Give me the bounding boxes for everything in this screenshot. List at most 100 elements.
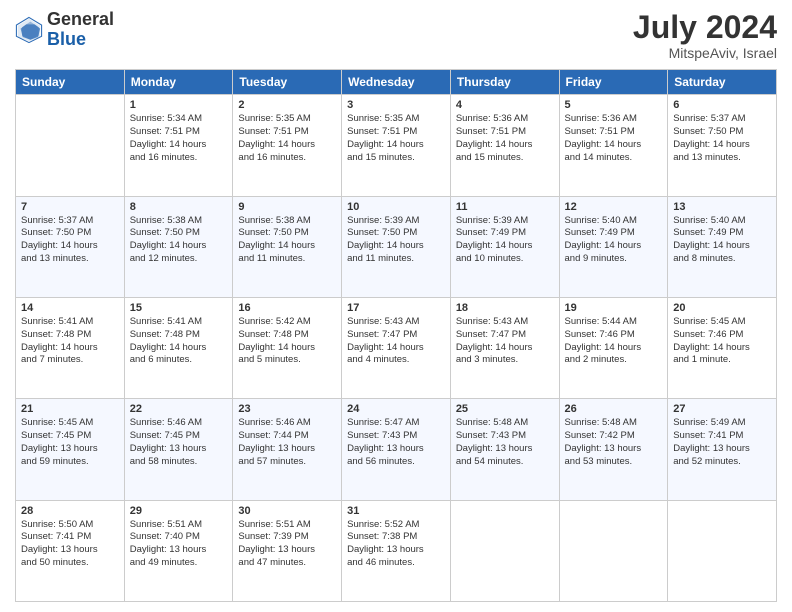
day-number: 1: [130, 99, 228, 111]
cell-content: Sunrise: 5:48 AM Sunset: 7:42 PM Dayligh…: [565, 417, 663, 468]
cell-content: Sunrise: 5:52 AM Sunset: 7:38 PM Dayligh…: [347, 519, 445, 570]
day-header-saturday: Saturday: [668, 70, 777, 95]
logo: General Blue: [15, 10, 114, 50]
day-number: 2: [238, 99, 336, 111]
day-number: 25: [456, 403, 554, 415]
day-number: 13: [673, 201, 771, 213]
calendar-cell: 22Sunrise: 5:46 AM Sunset: 7:45 PM Dayli…: [124, 399, 233, 500]
calendar-cell: 12 Sunrise: 5:40 AM Sunset: 7:49 PM Dayli…: [559, 196, 668, 297]
cell-content: Sunrise: 5:41 AM Sunset: 7:48 PM Dayligh…: [21, 316, 119, 367]
day-number: 9: [238, 201, 336, 213]
calendar-cell: 27 Sunrise: 5:49 AM Sunset: 7:41 PM Dayli…: [668, 399, 777, 500]
day-header-thursday: Thursday: [450, 70, 559, 95]
cell-content: Sunrise: 5:35 AM Sunset: 7:51 PM Dayligh…: [238, 113, 336, 164]
calendar-cell: 18 Sunrise: 5:43 AM Sunset: 7:47 PM Dayli…: [450, 297, 559, 398]
calendar-cell: 14 Sunrise: 5:41 AM Sunset: 7:48 PM Dayli…: [16, 297, 125, 398]
day-number: 10: [347, 201, 445, 213]
calendar-cell: [450, 500, 559, 601]
week-row-5: 28 Sunrise: 5:50 AM Sunset: 7:41 PM Dayli…: [16, 500, 777, 601]
cell-content: Sunrise: 5:43 AM Sunset: 7:47 PM Dayligh…: [456, 316, 554, 367]
day-header-monday: Monday: [124, 70, 233, 95]
month-year: July 2024: [633, 10, 777, 45]
cell-content: Sunrise: 5:36 AM Sunset: 7:51 PM Dayligh…: [456, 113, 554, 164]
calendar-cell: 2 Sunrise: 5:35 AM Sunset: 7:51 PM Daylig…: [233, 95, 342, 196]
cell-content: Sunrise: 5:51 AM Sunset: 7:40 PM Dayligh…: [130, 519, 228, 570]
day-number: 18: [456, 302, 554, 314]
day-number: 27: [673, 403, 771, 415]
calendar-cell: 3 Sunrise: 5:35 AM Sunset: 7:51 PM Daylig…: [342, 95, 451, 196]
cell-content: Sunrise: 5:41 AM Sunset: 7:48 PM Dayligh…: [130, 316, 228, 367]
calendar-cell: [559, 500, 668, 601]
day-number: 5: [565, 99, 663, 111]
calendar-cell: 24 Sunrise: 5:47 AM Sunset: 7:43 PM Dayli…: [342, 399, 451, 500]
calendar-cell: 28 Sunrise: 5:50 AM Sunset: 7:41 PM Dayli…: [16, 500, 125, 601]
week-row-4: 21Sunrise: 5:45 AM Sunset: 7:45 PM Dayli…: [16, 399, 777, 500]
day-header-tuesday: Tuesday: [233, 70, 342, 95]
day-number: 28: [21, 505, 119, 517]
day-number: 8: [130, 201, 228, 213]
cell-content: Sunrise: 5:48 AM Sunset: 7:43 PM Dayligh…: [456, 417, 554, 468]
day-number: 29: [130, 505, 228, 517]
calendar-cell: 10 Sunrise: 5:39 AM Sunset: 7:50 PM Dayli…: [342, 196, 451, 297]
cell-content: Sunrise: 5:50 AM Sunset: 7:41 PM Dayligh…: [21, 519, 119, 570]
cell-content: Sunrise: 5:34 AM Sunset: 7:51 PM Dayligh…: [130, 113, 228, 164]
calendar-cell: 20Sunrise: 5:45 AM Sunset: 7:46 PM Dayli…: [668, 297, 777, 398]
day-number: 20: [673, 302, 771, 314]
day-number: 7: [21, 201, 119, 213]
day-number: 22: [130, 403, 228, 415]
location: MitspeAviv, Israel: [633, 45, 777, 61]
cell-content: Sunrise: 5:37 AM Sunset: 7:50 PM Dayligh…: [21, 215, 119, 266]
day-number: 12: [565, 201, 663, 213]
cell-content: Sunrise: 5:39 AM Sunset: 7:50 PM Dayligh…: [347, 215, 445, 266]
logo-icon: [15, 16, 43, 44]
day-number: 4: [456, 99, 554, 111]
cell-content: Sunrise: 5:38 AM Sunset: 7:50 PM Dayligh…: [130, 215, 228, 266]
calendar-cell: 8 Sunrise: 5:38 AM Sunset: 7:50 PM Daylig…: [124, 196, 233, 297]
cell-content: Sunrise: 5:42 AM Sunset: 7:48 PM Dayligh…: [238, 316, 336, 367]
cell-content: Sunrise: 5:46 AM Sunset: 7:44 PM Dayligh…: [238, 417, 336, 468]
cell-content: Sunrise: 5:49 AM Sunset: 7:41 PM Dayligh…: [673, 417, 771, 468]
cell-content: Sunrise: 5:36 AM Sunset: 7:51 PM Dayligh…: [565, 113, 663, 164]
day-number: 15: [130, 302, 228, 314]
cell-content: Sunrise: 5:35 AM Sunset: 7:51 PM Dayligh…: [347, 113, 445, 164]
logo-blue: Blue: [47, 29, 86, 49]
cell-content: Sunrise: 5:40 AM Sunset: 7:49 PM Dayligh…: [673, 215, 771, 266]
calendar-cell: 30 Sunrise: 5:51 AM Sunset: 7:39 PM Dayli…: [233, 500, 342, 601]
calendar-cell: 4 Sunrise: 5:36 AM Sunset: 7:51 PM Daylig…: [450, 95, 559, 196]
calendar-cell: 11Sunrise: 5:39 AM Sunset: 7:49 PM Dayli…: [450, 196, 559, 297]
logo-general: General: [47, 9, 114, 29]
calendar-cell: 29 Sunrise: 5:51 AM Sunset: 7:40 PM Dayli…: [124, 500, 233, 601]
calendar-cell: 5 Sunrise: 5:36 AM Sunset: 7:51 PM Daylig…: [559, 95, 668, 196]
calendar-cell: 6Sunrise: 5:37 AM Sunset: 7:50 PM Daylig…: [668, 95, 777, 196]
title-block: July 2024 MitspeAviv, Israel: [633, 10, 777, 61]
calendar-cell: [16, 95, 125, 196]
day-number: 3: [347, 99, 445, 111]
cell-content: Sunrise: 5:37 AM Sunset: 7:50 PM Dayligh…: [673, 113, 771, 164]
cell-content: Sunrise: 5:40 AM Sunset: 7:49 PM Dayligh…: [565, 215, 663, 266]
logo-text: General Blue: [47, 10, 114, 50]
calendar-cell: 31Sunrise: 5:52 AM Sunset: 7:38 PM Dayli…: [342, 500, 451, 601]
day-header-friday: Friday: [559, 70, 668, 95]
calendar-cell: 25 Sunrise: 5:48 AM Sunset: 7:43 PM Dayli…: [450, 399, 559, 500]
calendar-cell: 16Sunrise: 5:42 AM Sunset: 7:48 PM Dayli…: [233, 297, 342, 398]
cell-content: Sunrise: 5:47 AM Sunset: 7:43 PM Dayligh…: [347, 417, 445, 468]
day-number: 24: [347, 403, 445, 415]
calendar-cell: 13 Sunrise: 5:40 AM Sunset: 7:49 PM Dayli…: [668, 196, 777, 297]
cell-content: Sunrise: 5:51 AM Sunset: 7:39 PM Dayligh…: [238, 519, 336, 570]
calendar-cell: 26 Sunrise: 5:48 AM Sunset: 7:42 PM Dayli…: [559, 399, 668, 500]
day-number: 26: [565, 403, 663, 415]
calendar-cell: 7 Sunrise: 5:37 AM Sunset: 7:50 PM Daylig…: [16, 196, 125, 297]
day-number: 19: [565, 302, 663, 314]
cell-content: Sunrise: 5:43 AM Sunset: 7:47 PM Dayligh…: [347, 316, 445, 367]
calendar-cell: 19Sunrise: 5:44 AM Sunset: 7:46 PM Dayli…: [559, 297, 668, 398]
header: General Blue July 2024 MitspeAviv, Israe…: [15, 10, 777, 61]
cell-content: Sunrise: 5:45 AM Sunset: 7:45 PM Dayligh…: [21, 417, 119, 468]
calendar-cell: 9Sunrise: 5:38 AM Sunset: 7:50 PM Daylig…: [233, 196, 342, 297]
week-row-2: 7 Sunrise: 5:37 AM Sunset: 7:50 PM Daylig…: [16, 196, 777, 297]
header-row: SundayMondayTuesdayWednesdayThursdayFrid…: [16, 70, 777, 95]
cell-content: Sunrise: 5:39 AM Sunset: 7:49 PM Dayligh…: [456, 215, 554, 266]
day-header-sunday: Sunday: [16, 70, 125, 95]
day-number: 14: [21, 302, 119, 314]
calendar-cell: [668, 500, 777, 601]
day-number: 30: [238, 505, 336, 517]
